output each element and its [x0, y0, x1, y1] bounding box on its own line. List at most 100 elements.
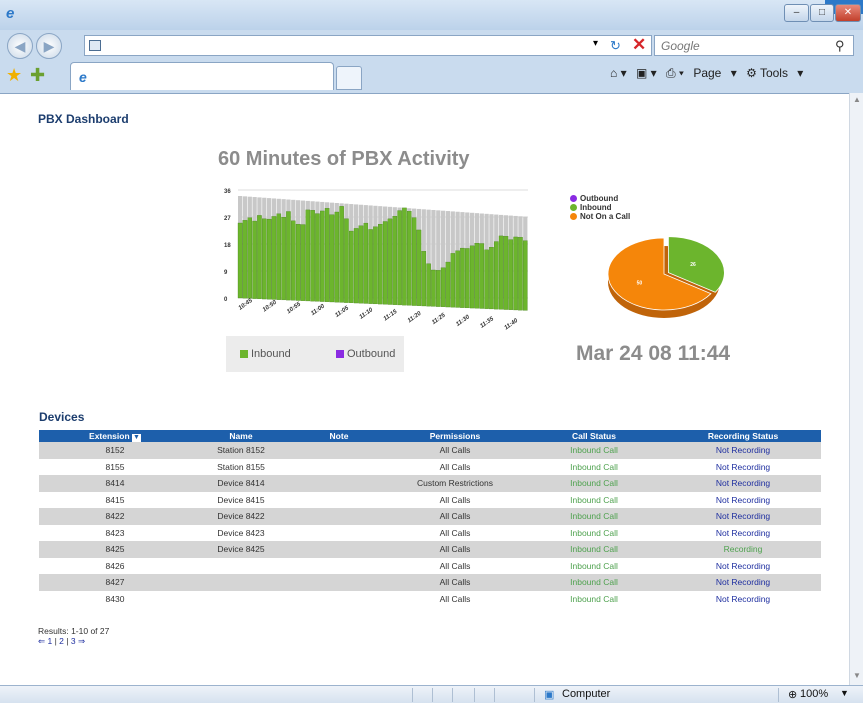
inbound-bar [344, 218, 349, 303]
table-header-row: Extension ▼ Name Note Permissions Call S… [39, 430, 821, 442]
cell-permissions: All Calls [387, 442, 523, 459]
maximize-button[interactable]: □ [810, 4, 834, 22]
cell-recording-status: Not Recording [665, 442, 821, 459]
back-button[interactable]: ◀ [7, 33, 33, 59]
cell-extension: 8152 [39, 442, 191, 459]
cell-call-status: Inbound Call [523, 574, 665, 591]
y-tick-label: 36 [224, 189, 231, 195]
cell-extension: 8414 [39, 475, 191, 492]
inbound-bar [460, 247, 465, 308]
pager-prev[interactable]: ⇐ [38, 636, 45, 646]
cell-permissions: All Calls [439, 494, 471, 505]
activity-bar-chart: 0 9 18 27 36 10:45 10:50 10:55 11:00 11:05 11:10 11… [224, 189, 528, 332]
minimize-button[interactable]: – [784, 4, 809, 22]
zoom-level[interactable]: 100% [800, 688, 828, 700]
tab-ie-icon: e [79, 69, 87, 85]
x-tick-label: 10:50 [262, 299, 279, 313]
header-name[interactable]: Name [191, 430, 291, 442]
inbound-bar [358, 225, 364, 304]
scroll-up-icon[interactable]: ▲ [853, 95, 861, 104]
y-tick-label: 18 [224, 243, 231, 249]
sort-icon[interactable]: ▼ [132, 433, 141, 442]
legend-inbound-swatch [240, 350, 248, 358]
table-row[interactable]: 8427 All Calls Inbound Call Not Recording [39, 574, 821, 591]
inbound-bar [465, 248, 470, 309]
header-permissions[interactable]: Permissions [387, 430, 523, 442]
close-window-button[interactable]: ✕ [835, 4, 861, 22]
pie-slice-label: 26 [690, 262, 696, 268]
pager-page-1[interactable]: 1 [48, 636, 53, 646]
favorites-star-icon[interactable]: ★ [6, 65, 22, 86]
inbound-bar [368, 229, 373, 304]
search-input[interactable]: Google [654, 35, 854, 56]
inbound-bar [252, 220, 257, 299]
new-tab-button[interactable] [336, 66, 362, 90]
cell-name [191, 558, 291, 575]
cell-call-status: Inbound Call [523, 442, 665, 459]
cell-extension: 8430 [105, 593, 125, 604]
inbound-bar [484, 249, 489, 309]
home-icon[interactable]: ⌂ ▾ [610, 66, 627, 80]
pager-next[interactable]: ⇒ [78, 636, 85, 646]
y-tick-label: 0 [224, 297, 228, 303]
table-row[interactable]: 8426 All Calls Inbound Call Not Recording [39, 558, 821, 575]
table-row[interactable]: 8152 Station 8152 All Calls Inbound Call Not… [39, 442, 821, 459]
status-divider [494, 688, 495, 702]
zoom-icon[interactable]: ⊕ [788, 688, 797, 701]
page-menu[interactable]: Page ▾ [693, 66, 736, 80]
chart-legend: Inbound Outbound [226, 336, 404, 372]
table-row[interactable]: 8414 Device 8414 Custom Restrictions Inboun… [39, 475, 821, 492]
inbound-bar [416, 229, 422, 306]
inbound-bar [498, 235, 504, 310]
pager-page-2[interactable]: 2 [59, 636, 64, 646]
search-icon[interactable]: ⚲ [835, 38, 845, 54]
results-count: Results: 1-10 of 27 [38, 626, 110, 636]
cell-extension: 8423 [105, 527, 125, 538]
tab-current[interactable]: e [70, 62, 334, 90]
vertical-scrollbar[interactable]: ▲ ▼ [849, 93, 863, 685]
inbound-bar [426, 263, 431, 307]
feeds-icon[interactable]: ▣ ▾ [636, 66, 657, 80]
page-content: PBX Dashboard 60 Minutes of PBX Activity… [0, 93, 849, 685]
table-row[interactable]: 8422 Device 8422 All Calls Inbound Call Not … [39, 508, 821, 525]
cell-permissions: All Calls [439, 560, 471, 571]
address-input[interactable]: ▾ [84, 35, 652, 56]
scroll-down-icon[interactable]: ▼ [853, 671, 861, 680]
cell-permissions: All Calls [387, 541, 523, 558]
page-icon [89, 40, 101, 51]
cell-call-status: Inbound Call [570, 494, 618, 505]
address-dropdown-icon[interactable]: ▾ [593, 38, 598, 49]
stop-icon[interactable]: ✕ [632, 35, 646, 55]
cell-name: Device 8415 [217, 494, 265, 505]
y-tick-label: 27 [224, 216, 231, 222]
header-extension[interactable]: Extension ▼ [39, 430, 191, 442]
table-row[interactable]: 8430 All Calls Inbound Call Not Recording [39, 591, 821, 608]
table-row[interactable]: 8415 Device 8415 All Calls Inbound Call Not … [39, 492, 821, 509]
table-row[interactable]: 8155 Station 8155 All Calls Inbound Call Not… [39, 459, 821, 476]
inbound-bar [397, 210, 402, 306]
inbound-bar [450, 253, 456, 308]
table-row[interactable]: 8425 Device 8425 All Calls Inbound Call Reco… [39, 541, 821, 558]
header-recording-status[interactable]: Recording Status [665, 430, 821, 442]
status-divider [412, 688, 413, 702]
inbound-bar [489, 247, 494, 310]
cell-recording-status: Not Recording [715, 527, 771, 538]
zoom-dropdown-icon[interactable]: ▼ [840, 688, 849, 698]
ie-logo-icon: e [6, 5, 15, 22]
cell-name: Device 8423 [217, 527, 265, 538]
pager-page-3[interactable]: 3 [71, 636, 76, 646]
cell-note [291, 508, 387, 525]
print-icon[interactable]: ⎙ ▾ [666, 66, 684, 80]
x-tick-label: 11:00 [310, 303, 326, 317]
refresh-icon[interactable]: ↻ [610, 38, 621, 54]
x-tick-label: 11:40 [504, 318, 520, 332]
add-favorite-icon[interactable]: ✚ [30, 65, 45, 86]
header-call-status[interactable]: Call Status [523, 430, 665, 442]
header-note[interactable]: Note [291, 430, 387, 442]
inbound-bar [503, 236, 509, 310]
forward-button[interactable]: ▶ [36, 33, 62, 59]
inbound-bar [407, 211, 412, 306]
tools-menu[interactable]: ⚙ Tools ▾ [746, 66, 803, 80]
title-bar: e – □ ✕ [0, 0, 863, 30]
table-row[interactable]: 8423 Device 8423 All Calls Inbound Call Not … [39, 525, 821, 542]
